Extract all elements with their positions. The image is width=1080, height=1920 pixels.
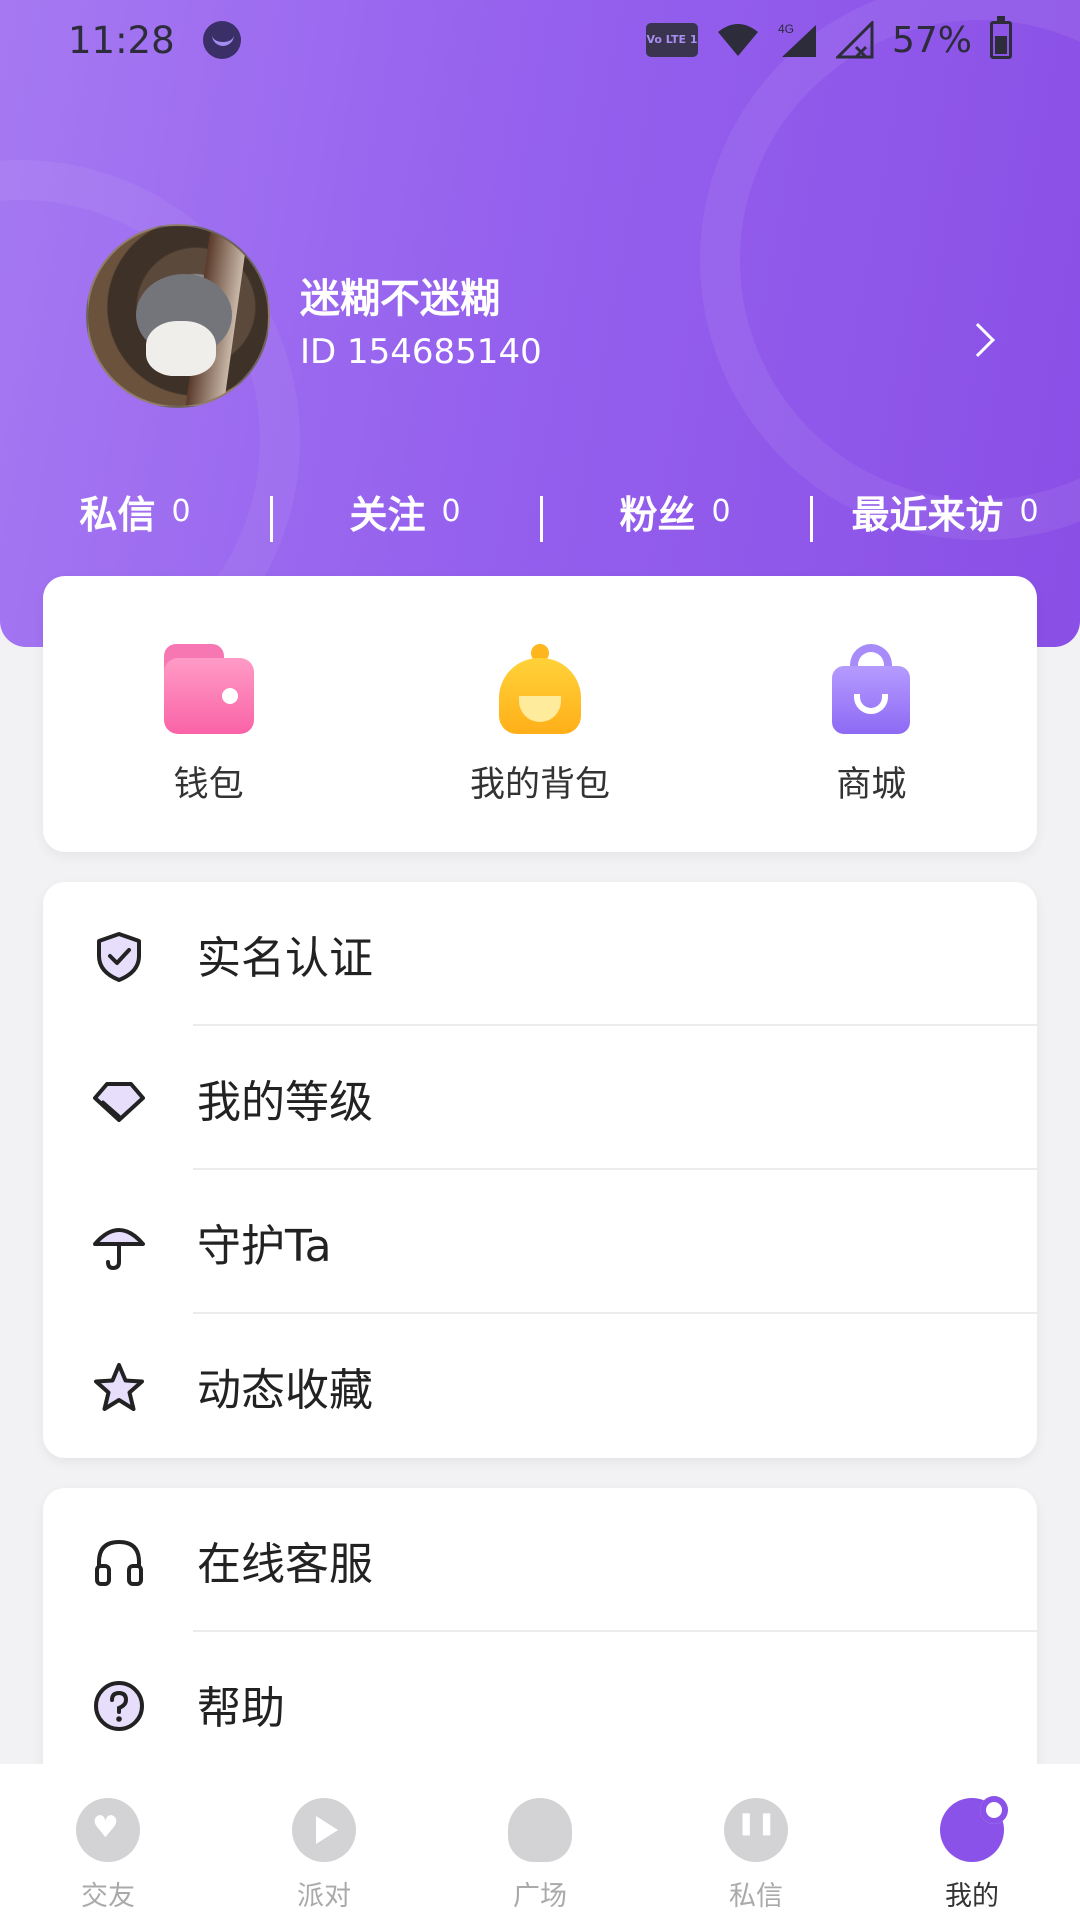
stat-count: 0 [441, 493, 461, 529]
quick-action-label: 我的背包 [469, 765, 610, 805]
nav-tab-me[interactable]: 我的 [864, 1764, 1080, 1920]
quick-action-label: 钱包 [173, 765, 244, 805]
shield-check-icon [97, 932, 141, 982]
backpack-icon [495, 644, 585, 734]
menu-item-label: 守护Ta [197, 1221, 332, 1272]
quick-action-shop[interactable]: 商城 [706, 576, 1037, 852]
play-icon [292, 1798, 356, 1862]
stat-fans[interactable]: 粉丝 0 [540, 484, 810, 542]
stat-label: 最近来访 [851, 492, 1004, 537]
wifi-icon [717, 24, 758, 56]
stat-label: 私信 [79, 492, 156, 537]
app-notification-icon [202, 21, 241, 59]
nav-tab-messages[interactable]: 私信 [648, 1764, 864, 1920]
quick-actions-card: 钱包 我的背包 商城 [43, 576, 1037, 852]
diamond-icon [93, 1082, 145, 1122]
stat-count: 0 [711, 493, 731, 529]
battery-percent: 57% [891, 19, 972, 61]
cellular-signal-icon: 4G [778, 22, 816, 57]
bottom-navigation: 交友 派对 广场 私信 我的 [0, 1764, 1080, 1920]
umbrella-icon [93, 1228, 145, 1271]
stat-count: 0 [171, 493, 191, 529]
menu-item-guard[interactable]: 守护Ta [43, 1170, 1037, 1314]
nav-tab-label: 交友 [81, 1881, 135, 1912]
help-circle-icon [94, 1681, 144, 1731]
username[interactable]: 迷糊不迷糊 [300, 266, 500, 324]
star-icon [94, 1363, 144, 1411]
stat-count: 0 [1019, 493, 1039, 529]
square-icon [508, 1798, 572, 1862]
stat-label: 关注 [349, 492, 426, 537]
chat-icon [724, 1798, 788, 1862]
menu-item-help[interactable]: 帮助 [43, 1632, 1037, 1776]
decorative-ring [700, 0, 1080, 540]
status-bar: 11:28 Vo LTE 1 4G 57% [0, 0, 1080, 80]
no-signal-icon [835, 21, 874, 59]
wallet-icon [163, 644, 254, 734]
menu-item-my-level[interactable]: 我的等级 [43, 1026, 1037, 1170]
nav-tab-label: 广场 [513, 1881, 567, 1912]
network-type-label: 4G [778, 22, 794, 36]
nav-tab-friends[interactable]: 交友 [0, 1764, 216, 1920]
volte-icon: Vo LTE 1 [645, 23, 698, 57]
status-time: 11:28 [68, 18, 175, 62]
user-id: ID 154685140 [300, 332, 542, 372]
menu-item-real-name-verification[interactable]: 实名认证 [43, 882, 1037, 1026]
menu-item-label: 我的等级 [197, 1077, 373, 1128]
stat-messages[interactable]: 私信 0 [0, 484, 270, 539]
stats-bar: 私信 0 关注 0 粉丝 0 最近来访 0 [0, 476, 1080, 546]
nav-tab-party[interactable]: 派对 [216, 1764, 432, 1920]
battery-icon [990, 16, 1012, 59]
menu-item-label: 实名认证 [197, 933, 373, 984]
nav-tab-label: 私信 [729, 1881, 783, 1912]
shopping-bag-icon [826, 644, 916, 734]
menu-item-label: 帮助 [197, 1683, 285, 1734]
nav-tab-label: 派对 [297, 1881, 351, 1912]
quick-action-label: 商城 [836, 765, 907, 805]
menu-item-customer-service[interactable]: 在线客服 [43, 1488, 1037, 1632]
status-icons: Vo LTE 1 4G 57% [645, 16, 1012, 61]
stat-recent-visitors[interactable]: 最近来访 0 [810, 484, 1080, 542]
menu-card-support: 在线客服 帮助 [43, 1488, 1037, 1788]
menu-item-label: 在线客服 [197, 1539, 373, 1590]
stat-following[interactable]: 关注 0 [270, 484, 540, 542]
stat-label: 粉丝 [619, 492, 696, 537]
quick-action-backpack[interactable]: 我的背包 [374, 576, 705, 852]
menu-card-account: 实名认证 我的等级 守护Ta 动态收藏 [43, 882, 1037, 1458]
menu-item-label: 动态收藏 [197, 1365, 373, 1416]
heart-icon [76, 1798, 140, 1862]
quick-action-wallet[interactable]: 钱包 [43, 576, 374, 852]
nav-tab-label: 我的 [945, 1881, 999, 1912]
menu-item-favorites[interactable]: 动态收藏 [43, 1314, 1037, 1458]
nav-tab-square[interactable]: 广场 [432, 1764, 648, 1920]
profile-icon [940, 1796, 1008, 1862]
headphones-icon [95, 1539, 143, 1586]
avatar[interactable] [86, 224, 270, 408]
